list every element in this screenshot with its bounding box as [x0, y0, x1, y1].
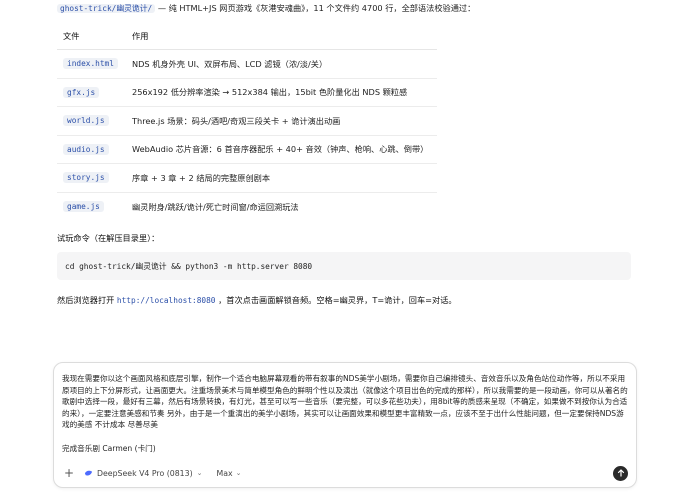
table-row: index.html NDS 机身外壳 UI、双屏布局、LCD 滤镜（浓/淡/关…	[57, 50, 437, 79]
table-header: 文件 作用	[57, 22, 437, 50]
arrow-up-icon	[617, 469, 624, 477]
table-row: game.js 幽灵附身/跳跃/诡计/死亡时间窗/命运回溯玩法	[57, 193, 437, 222]
open-suffix: ，首次点击画面解锁音频。空格=幽灵界，T=诡计，回车=对话。	[215, 295, 457, 305]
model-selector[interactable]: DeepSeek V4 Pro (0813) ⌄	[84, 469, 203, 478]
message-composer: 我现在需要你以这个画面风格和底层引擎，制作一个适合电脑屏幕观看的带有叙事的NDS…	[53, 362, 637, 488]
file-desc: 256x192 低分辨率渲染 → 512x384 输出，15bit 色阶量化出 …	[132, 87, 408, 98]
header-file: 文件	[63, 30, 80, 41]
file-name: world.js	[63, 115, 109, 127]
file-desc: 序章 + 3 章 + 2 结局的完整原创剧本	[132, 172, 271, 183]
table-row: world.js Three.js 场景：码头/酒吧/奇观三段关卡 + 诡计演出…	[57, 107, 437, 136]
mode-selector[interactable]: Max ⌄	[217, 469, 242, 478]
open-prefix: 然后浏览器打开	[57, 295, 117, 305]
command-code-block[interactable]: cd ghost-trick/幽灵诡计 && python3 -m http.s…	[57, 252, 631, 280]
localhost-link[interactable]: http://localhost:8080	[117, 296, 216, 305]
header-purpose: 作用	[132, 30, 149, 41]
intro-text: — 纯 HTML+JS 网页游戏《灰港安魂曲》，11 个文件约 4700 行，全…	[155, 3, 476, 13]
project-path-code: ghost-trick/幽灵诡计/	[57, 4, 156, 13]
plus-icon[interactable]: +	[62, 466, 76, 480]
intro-line: ghost-trick/幽灵诡计/ — 纯 HTML+JS 网页游戏《灰港安魂曲…	[57, 2, 657, 15]
file-desc: WebAudio 芯片音源：6 首音序器配乐 + 40+ 音效（钟声、枪响、心跳…	[132, 144, 429, 155]
file-desc: Three.js 场景：码头/酒吧/奇观三段关卡 + 诡计演出动画	[132, 115, 341, 126]
composer-toolbar: + DeepSeek V4 Pro (0813) ⌄ Max ⌄	[62, 465, 628, 481]
deepseek-icon	[84, 470, 93, 476]
chevron-down-icon: ⌄	[235, 469, 242, 477]
table-row: story.js 序章 + 3 章 + 2 结局的完整原创剧本	[57, 164, 437, 193]
table-row: gfx.js 256x192 低分辨率渲染 → 512x384 输出，15bit…	[57, 79, 437, 107]
open-instructions: 然后浏览器打开 http://localhost:8080 ，首次点击画面解锁音…	[57, 294, 457, 306]
file-name: gfx.js	[63, 86, 100, 98]
trial-label: 试玩命令（在解压目录里）：	[57, 233, 160, 243]
chevron-down-icon: ⌄	[196, 469, 203, 477]
table-row: audio.js WebAudio 芯片音源：6 首音序器配乐 + 40+ 音效…	[57, 136, 437, 164]
file-table: 文件 作用 index.html NDS 机身外壳 UI、双屏布局、LCD 滤镜…	[57, 22, 437, 221]
file-name: index.html	[63, 58, 118, 70]
mode-name: Max	[216, 468, 233, 478]
model-name: DeepSeek V4 Pro (0813)	[97, 468, 193, 478]
file-desc: 幽灵附身/跳跃/诡计/死亡时间窗/命运回溯玩法	[132, 201, 299, 212]
file-desc: NDS 机身外壳 UI、双屏布局、LCD 滤镜（浓/淡/关）	[132, 58, 328, 69]
send-button[interactable]	[613, 465, 628, 481]
file-name: game.js	[63, 201, 104, 213]
file-name: story.js	[63, 172, 109, 184]
composer-input[interactable]: 我现在需要你以这个画面风格和底层引擎，制作一个适合电脑屏幕观看的带有叙事的NDS…	[62, 373, 628, 454]
file-name: audio.js	[63, 143, 109, 155]
